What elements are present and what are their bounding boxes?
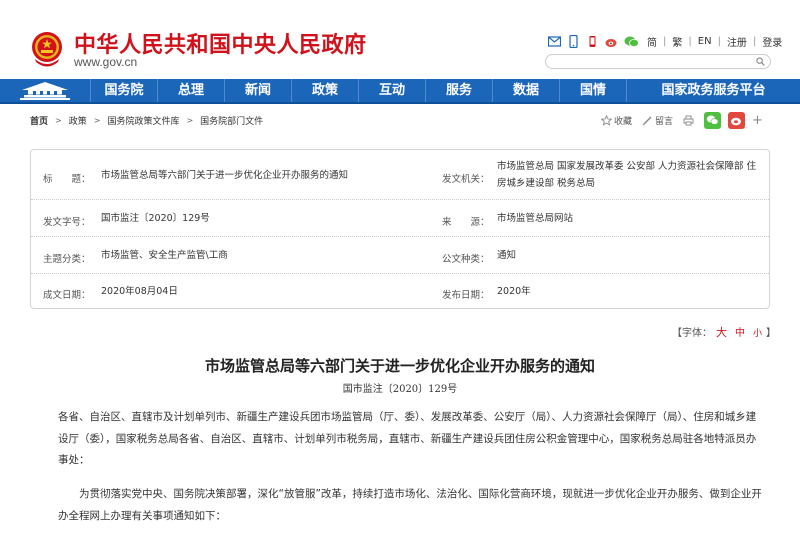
nav-item-services[interactable]: 服务 <box>425 79 492 102</box>
site-header: 中华人民共和国中央人民政府 www.gov.cn 简 | 繁 | EN | 注册… <box>0 0 800 79</box>
national-emblem-icon[interactable] <box>31 31 63 67</box>
search-icon[interactable] <box>756 57 765 66</box>
register-link[interactable]: 注册 <box>727 34 747 49</box>
article-title: 市场监管总局等六部门关于进一步优化企业开办服务的通知 <box>204 357 595 375</box>
document-info-panel: 标 题： 市场监管总局等六部门关于进一步优化企业开办服务的通知 发文机关： 市场… <box>30 149 770 309</box>
breadcrumb-department-docs[interactable]: 国务院部门文件 <box>200 114 263 127</box>
more-share-icon[interactable]: + <box>752 113 763 128</box>
mail-icon[interactable] <box>548 35 561 48</box>
weibo-share-button[interactable] <box>728 112 746 129</box>
date-label: 成文日期： <box>43 290 91 301</box>
phone-icon[interactable] <box>586 35 599 48</box>
article-paragraph: 各省、自治区、直辖市及计划单列市、新疆生产建设兵团市场监管局（厅、委）、发展改革… <box>58 411 757 466</box>
simplified-chinese-link[interactable]: 简 <box>647 34 657 49</box>
nav-home[interactable] <box>0 79 90 102</box>
breadcrumb-policy[interactable]: 政策 <box>69 114 87 127</box>
info-row-date: 成文日期： 2020年08月04日 发布日期： 2020年 <box>31 274 769 308</box>
mobile-icon[interactable] <box>567 34 580 48</box>
favorite-link[interactable]: 收藏 <box>614 114 632 127</box>
nav-items: 国务院 总理 新闻 政策 互动 服务 数据 国情 国家政务服务平台 <box>90 79 800 102</box>
article-doc-number: 国市监注〔2020〕129号 <box>342 384 458 395</box>
traditional-chinese-link[interactable]: 繁 <box>672 34 682 49</box>
pencil-icon[interactable] <box>642 115 653 126</box>
pub-date-value: 2020年 <box>497 286 531 297</box>
search-box <box>545 54 771 75</box>
breadcrumb-home[interactable]: 首页 <box>30 114 48 127</box>
type-value: 通知 <box>497 250 517 261</box>
article-paragraph: 为贯彻落实党中央、国务院决策部署，深化“放管服”改革，持续打造市场化、法治化、国… <box>58 488 762 522</box>
title-label: 标 题： <box>43 174 91 185</box>
issuer-value: 市场监管总局 国家发展改革委 公安部 人力资源社会保障部 住房城乡建设部 税务总… <box>497 161 757 189</box>
chevron-right-icon: > <box>186 116 194 125</box>
english-link[interactable]: EN <box>698 36 712 47</box>
wechat-icon <box>706 115 719 125</box>
title-value: 市场监管总局等六部门关于进一步优化企业开办服务的通知 <box>101 170 349 181</box>
pub-date-label: 发布日期： <box>442 290 490 301</box>
info-row-topic: 主题分类： 市场监管、安全生产监管\工商 公文种类： 通知 <box>31 237 769 274</box>
nav-item-premier[interactable]: 总理 <box>157 79 224 102</box>
font-size-medium[interactable]: 中 <box>735 328 745 339</box>
topic-value: 市场监管、安全生产监管\工商 <box>101 250 228 261</box>
font-size-suffix: 】 <box>766 328 777 339</box>
chevron-right-icon: > <box>55 116 62 125</box>
issuer-label: 发文机关： <box>442 174 490 185</box>
wechat-share-button[interactable] <box>704 112 722 129</box>
docno-label: 发文字号： <box>43 217 91 228</box>
breadcrumb: 首页 > 政策 > 国务院政策文件库 > 国务院部门文件 <box>30 114 263 127</box>
site-url[interactable]: www.gov.cn <box>74 55 137 69</box>
nav-item-national-info[interactable]: 国情 <box>559 79 626 102</box>
tiananmen-icon <box>20 82 70 100</box>
nav-item-state-council[interactable]: 国务院 <box>90 79 157 102</box>
notes-link[interactable]: 留言 <box>655 114 673 127</box>
chevron-right-icon: > <box>93 116 101 125</box>
search-input[interactable] <box>546 61 746 75</box>
print-icon[interactable] <box>683 115 694 126</box>
wechat-icon[interactable] <box>624 35 639 48</box>
nav-item-gov-service-platform[interactable]: 国家政务服务平台 <box>626 79 800 102</box>
weibo-icon <box>731 117 742 126</box>
breadcrumb-bar: 首页 > 政策 > 国务院政策文件库 > 国务院部门文件 收藏 留言 + <box>30 110 770 132</box>
font-size-large[interactable]: 大 <box>716 326 727 339</box>
docno-value: 国市监注〔2020〕129号 <box>101 213 210 224</box>
login-link[interactable]: 登录 <box>762 34 782 49</box>
top-links: 简 | 繁 | EN | 注册 | 登录 <box>548 33 784 49</box>
nav-item-news[interactable]: 新闻 <box>224 79 291 102</box>
info-row-title: 标 题： 市场监管总局等六部门关于进一步优化企业开办服务的通知 发文机关： 市场… <box>31 150 769 200</box>
breadcrumb-policy-library[interactable]: 国务院政策文件库 <box>107 114 179 127</box>
weibo-icon[interactable] <box>605 35 618 48</box>
nav-item-policy[interactable]: 政策 <box>291 79 358 102</box>
font-size-switcher: 【字体： 大中小】 <box>672 324 776 340</box>
date-value: 2020年08月04日 <box>101 286 178 297</box>
info-row-docno: 发文字号： 国市监注〔2020〕129号 来 源： 市场监管总局网站 <box>31 200 769 237</box>
source-label: 来 源： <box>442 217 490 228</box>
main-nav: 国务院 总理 新闻 政策 互动 服务 数据 国情 国家政务服务平台 <box>0 79 800 104</box>
topic-label: 主题分类： <box>43 254 91 265</box>
source-value: 市场监管总局网站 <box>497 213 574 224</box>
font-size-prefix: 【字体： <box>672 328 712 339</box>
nav-item-data[interactable]: 数据 <box>492 79 559 102</box>
nav-item-interaction[interactable]: 互动 <box>358 79 425 102</box>
star-icon[interactable] <box>601 115 612 126</box>
font-size-small[interactable]: 小 <box>753 329 762 339</box>
type-label: 公文种类： <box>442 254 490 265</box>
page-tools: 收藏 留言 + <box>601 112 763 129</box>
